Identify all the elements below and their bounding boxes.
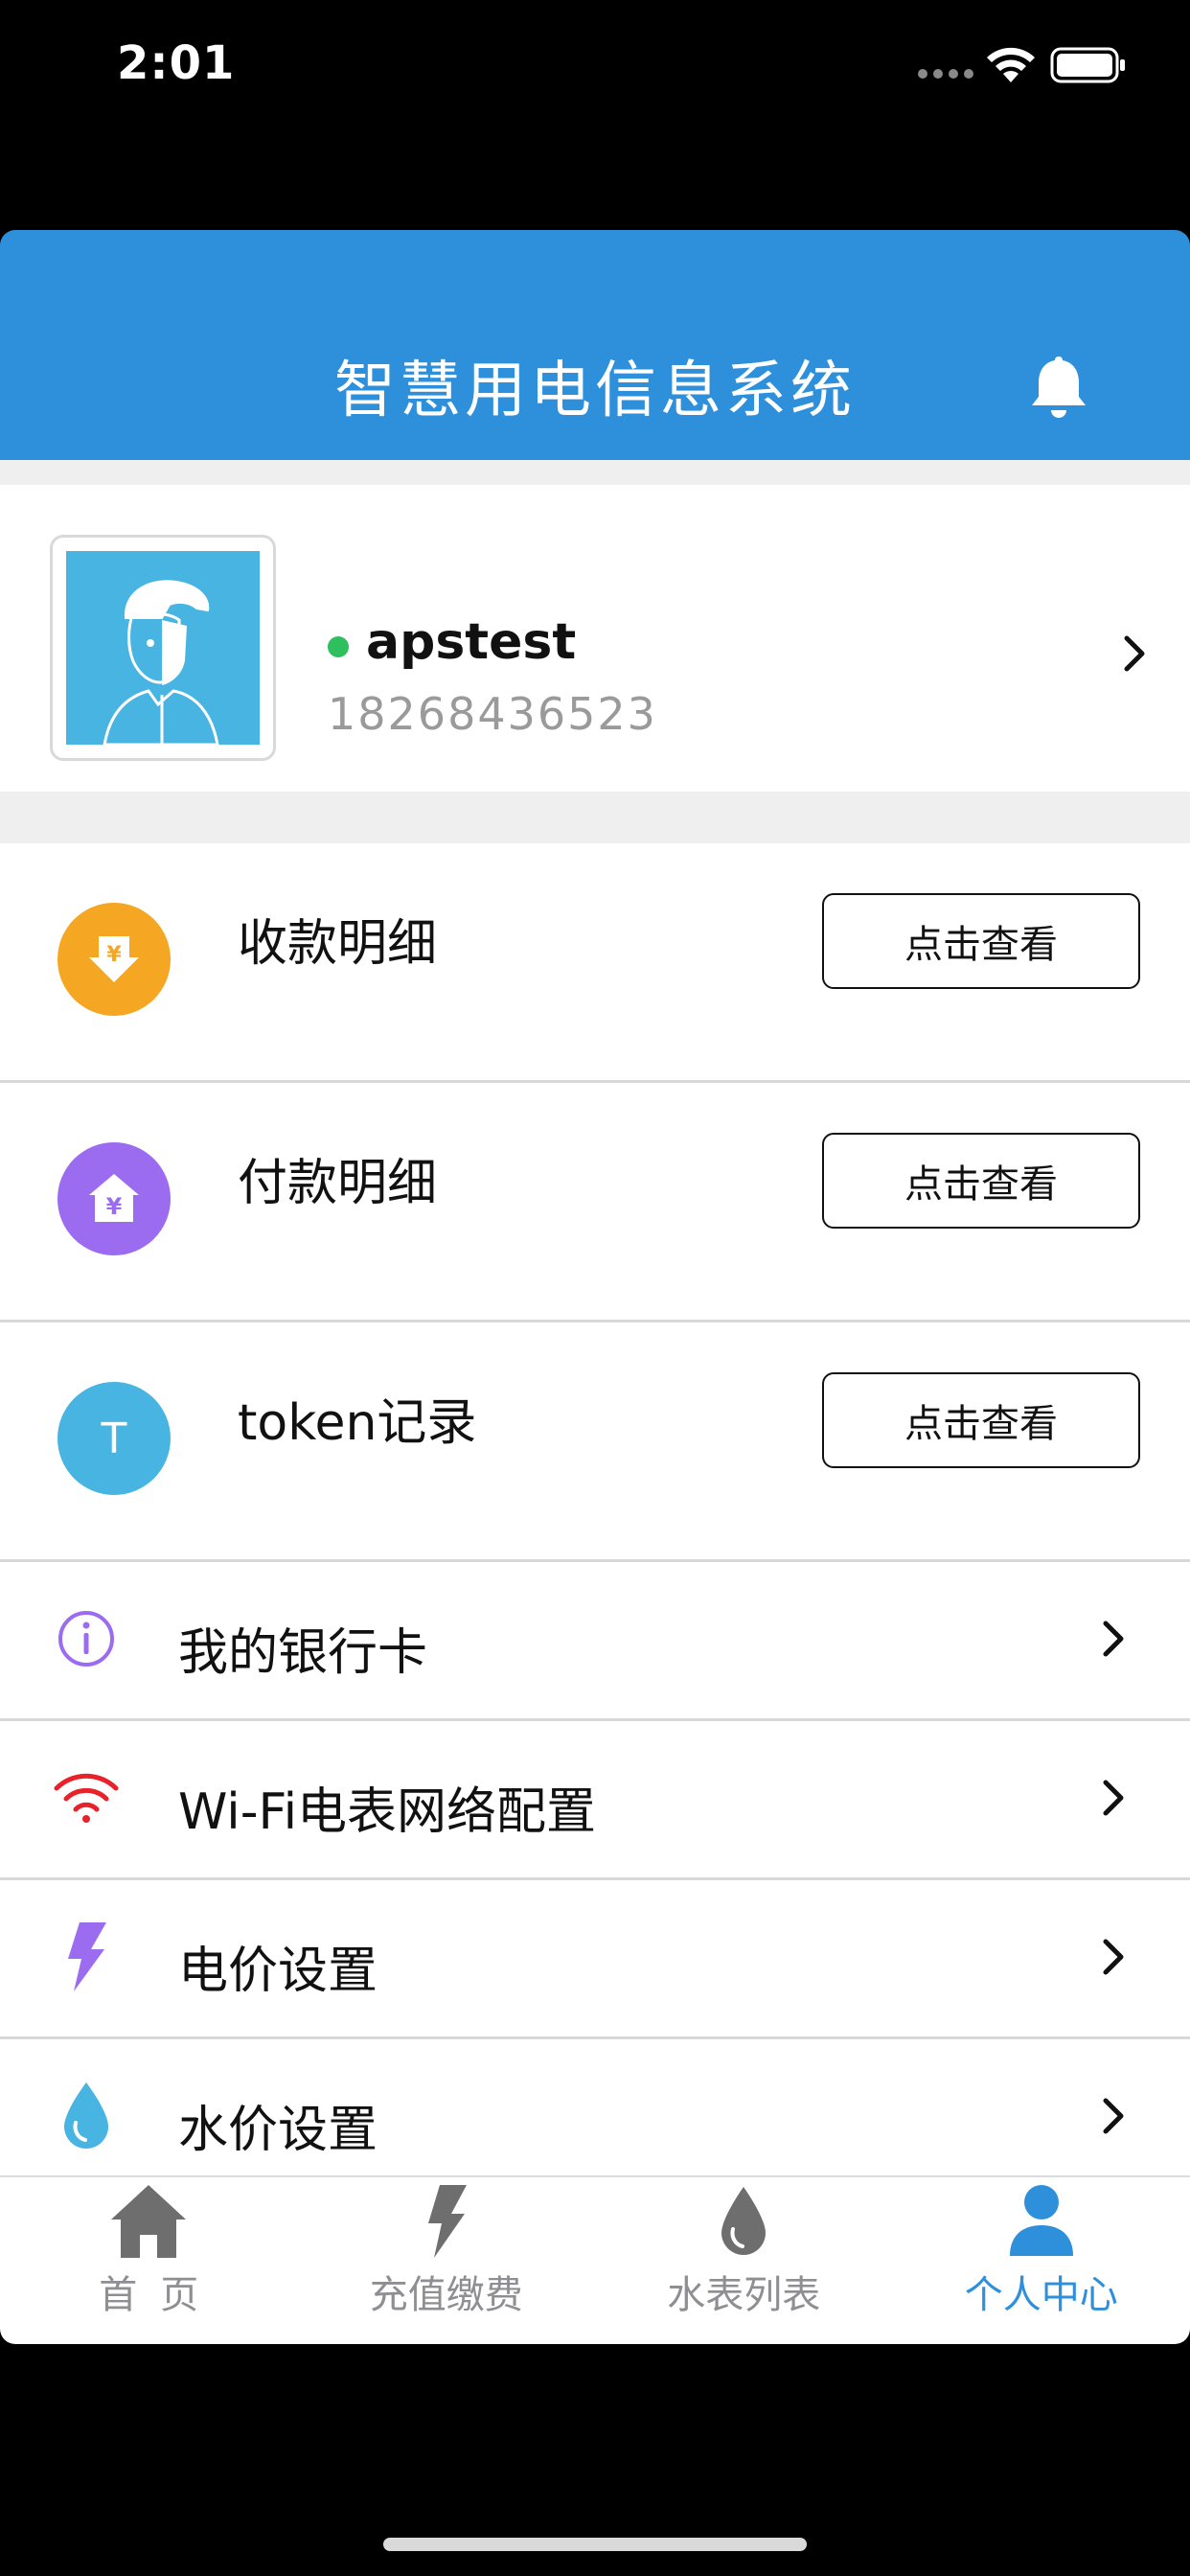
svg-text:¥: ¥ [106,1193,123,1220]
t-letter: T [101,1414,127,1463]
record-row-receipts: ¥ 收款明细 点击查看 [0,843,1190,1083]
menu-label: 水价设置 [178,2102,378,2159]
menu-label: Wi-Fi电表网络配置 [178,1783,597,1841]
svg-text:¥: ¥ [106,943,122,967]
person-icon [1009,2185,1073,2256]
tab-bar: 首页 充值缴费 水表列表 个人中心 [0,2175,1190,2344]
menu-item-bank-card[interactable]: 我的银行卡 [0,1562,1190,1721]
chevron-right-icon [1103,2098,1124,2134]
page-title: 智慧用电信息系统 [334,356,856,426]
profile-card[interactable]: apstest 18268436523 [0,485,1190,792]
cellular-signal-icon [918,69,973,79]
yen-download-icon: ¥ [57,903,171,1016]
status-time: 2:01 [117,36,236,90]
t-letter-icon: T [57,1382,171,1495]
avatar [66,551,260,745]
menu-item-wifi-config[interactable]: Wi-Fi电表网络配置 [0,1721,1190,1880]
view-payments-button[interactable]: 点击查看 [822,1133,1140,1229]
tab-label: 个人中心 [964,2273,1118,2317]
menu-label: 我的银行卡 [178,1624,428,1682]
chevron-right-icon [1103,1621,1124,1657]
tab-profile[interactable]: 个人中心 [893,2177,1190,2344]
record-label: 付款明细 [238,1155,438,1212]
user-illustration-icon [66,551,260,745]
menu-list: 我的银行卡 Wi-Fi电表网络配置 电价设置 水价设置 [0,1562,1190,2175]
content-area: apstest 18268436523 ¥ 收款明细 点击查看 ¥ 付款明细 点… [0,460,1190,2175]
online-status-dot [328,636,349,657]
phone-number: 18268436523 [328,688,657,740]
status-bar: 2:01 [0,0,1190,230]
avatar-frame [50,535,276,761]
record-list: ¥ 收款明细 点击查看 ¥ 付款明细 点击查看 T token记录 点击查看 [0,843,1190,1562]
tab-water-meters[interactable]: 水表列表 [595,2177,893,2344]
lightning-icon [48,1919,125,1995]
yen-house-icon: ¥ [57,1142,171,1255]
record-row-payments: ¥ 付款明细 点击查看 [0,1083,1190,1322]
view-token-button[interactable]: 点击查看 [822,1372,1140,1468]
battery-icon [1050,47,1125,83]
home-indicator [383,2538,807,2551]
tab-recharge[interactable]: 充值缴费 [298,2177,596,2344]
water-drop-icon [721,2187,767,2255]
wifi-icon [48,1760,125,1836]
tab-home[interactable]: 首页 [0,2177,298,2344]
info-icon [48,1600,125,1677]
menu-item-water-price[interactable]: 水价设置 [0,2039,1190,2175]
tab-label: 首页 [99,2273,222,2317]
record-label: token记录 [238,1394,477,1452]
home-icon [111,2185,187,2258]
view-receipts-button[interactable]: 点击查看 [822,893,1140,989]
lightning-icon [427,2185,467,2258]
tab-label: 水表列表 [667,2273,821,2317]
tab-label: 充值缴费 [369,2273,523,2317]
menu-item-electricity-price[interactable]: 电价设置 [0,1880,1190,2039]
record-label: 收款明细 [238,915,438,973]
chevron-right-icon [1124,635,1145,672]
record-row-token: T token记录 点击查看 [0,1322,1190,1562]
chevron-right-icon [1103,1780,1124,1816]
wifi-status-icon [987,47,1035,82]
chevron-right-icon [1103,1939,1124,1975]
menu-label: 电价设置 [178,1943,378,2000]
bell-icon[interactable] [1027,353,1090,422]
username: apstest [366,613,577,671]
water-drop-icon [48,2078,125,2154]
